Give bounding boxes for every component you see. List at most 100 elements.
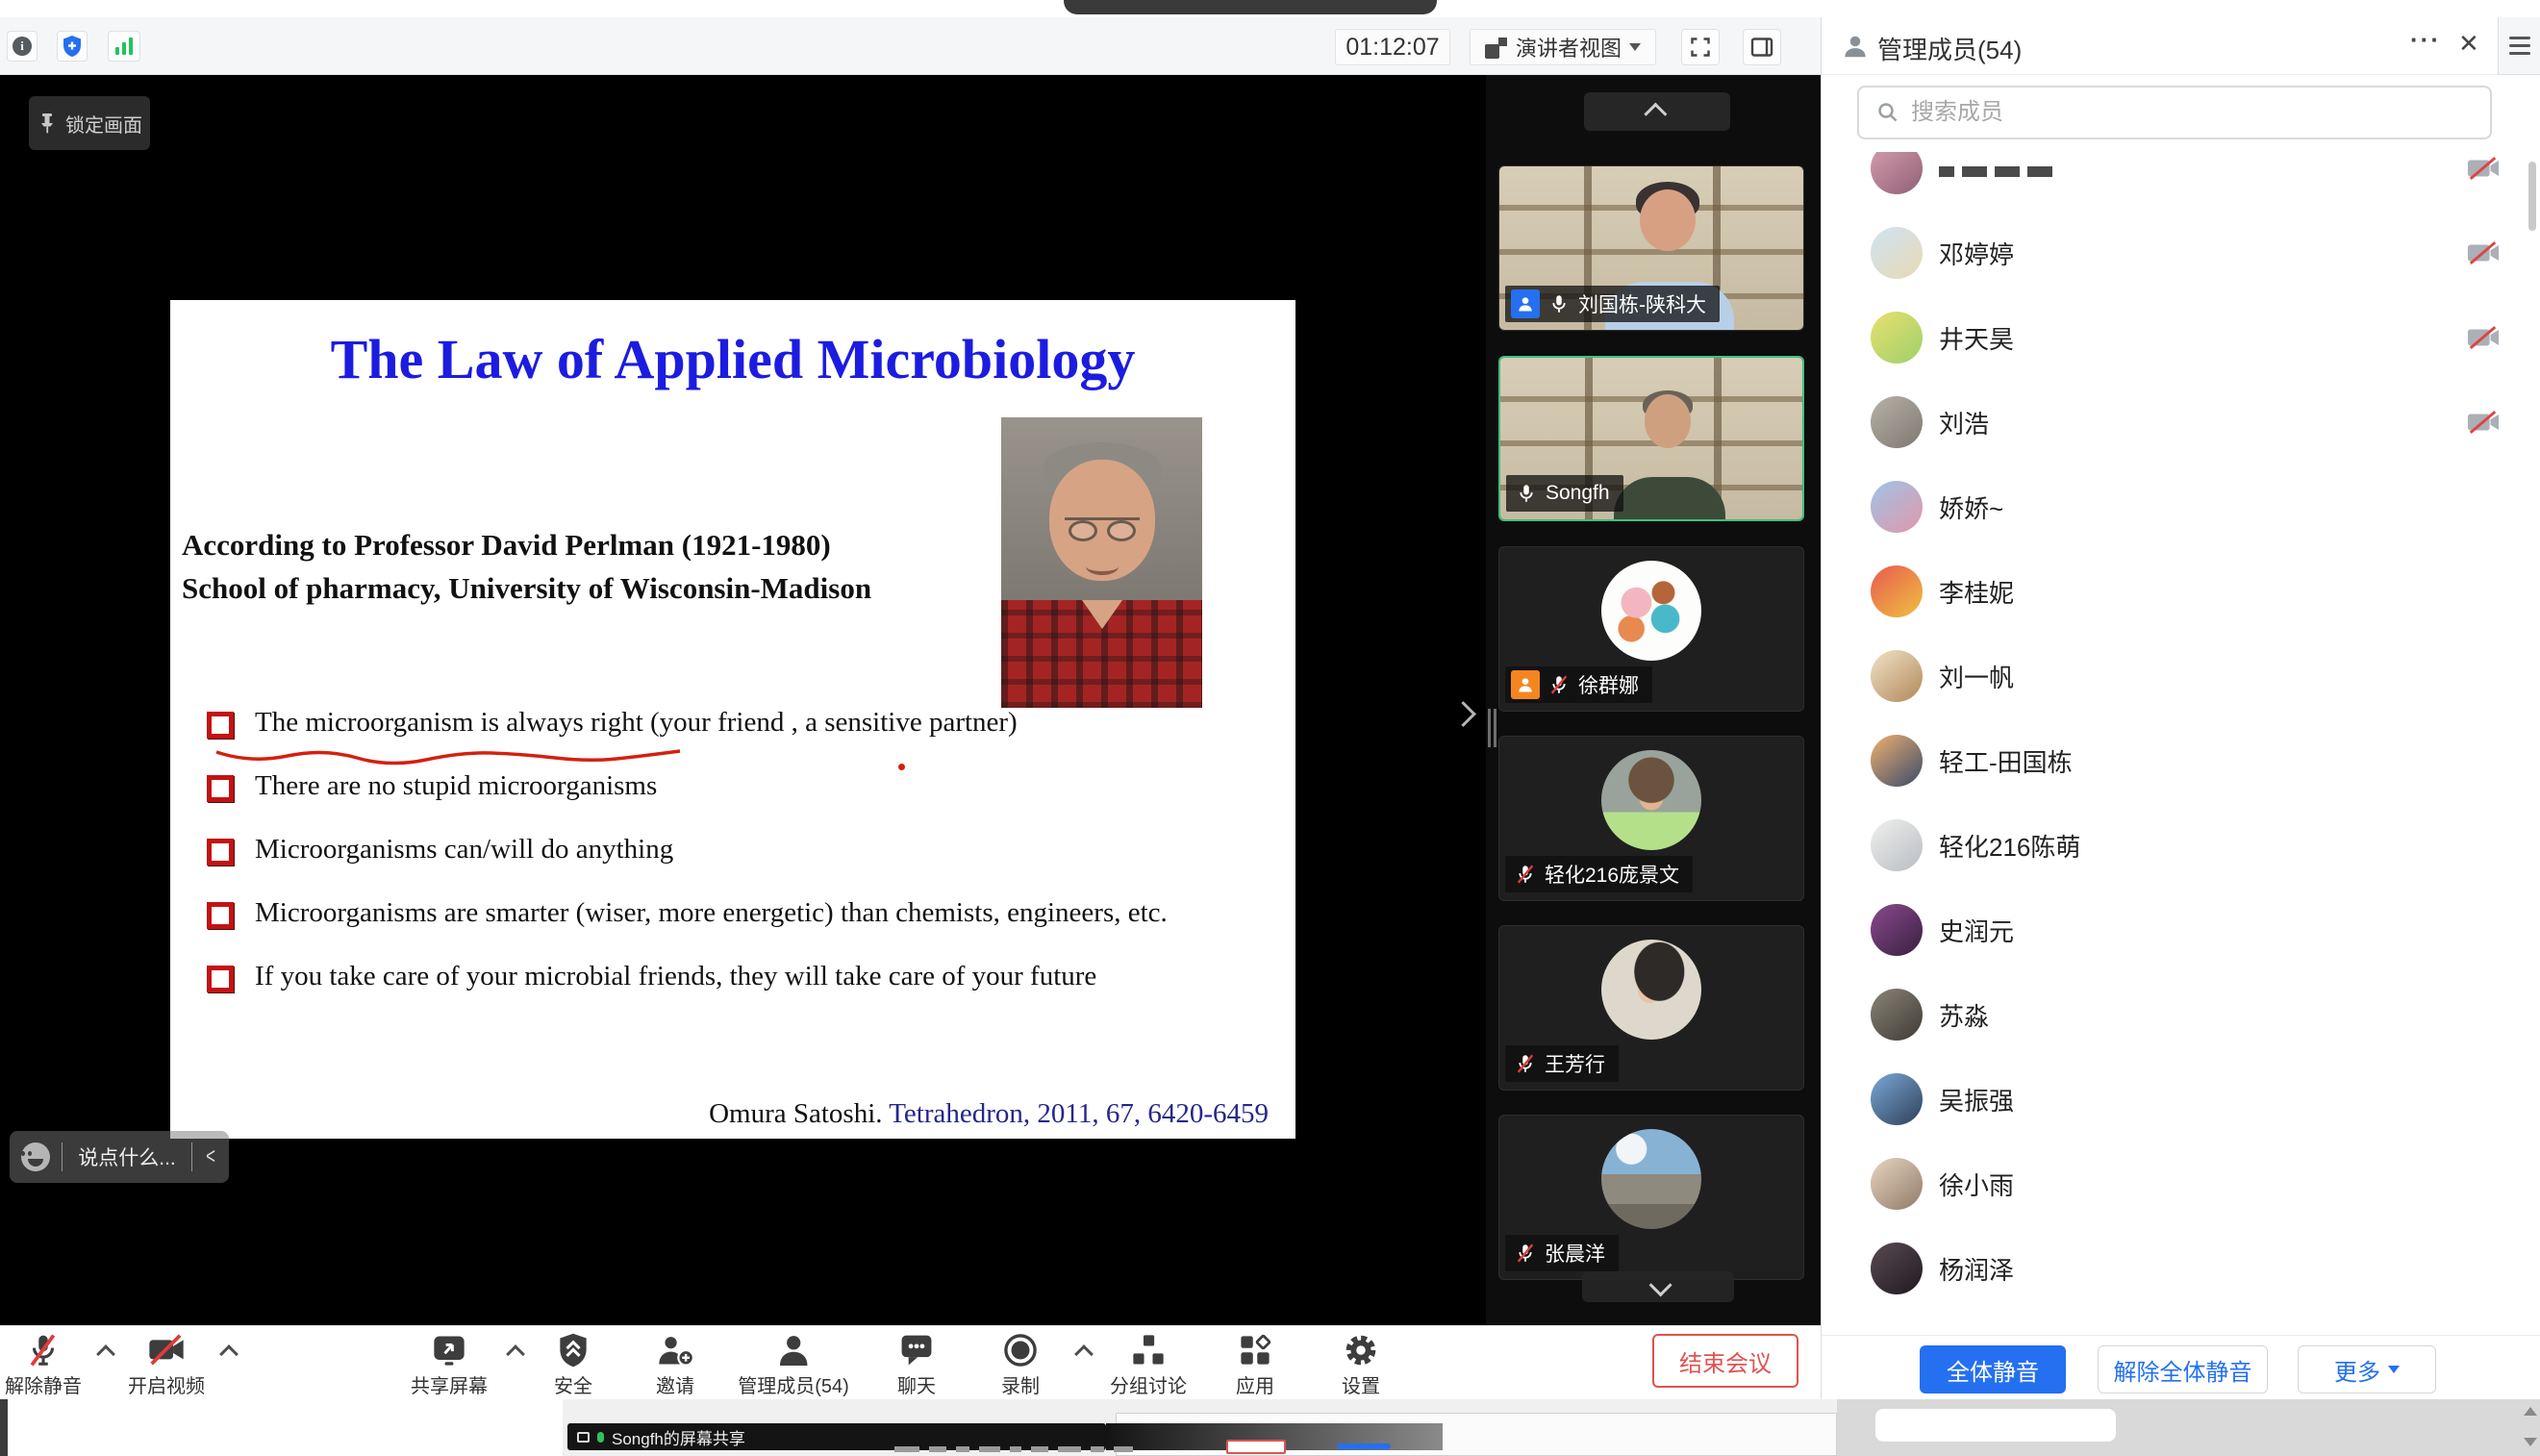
video-tile[interactable]: 轻化216庞景文	[1498, 736, 1804, 901]
mini-end-button-preview	[1226, 1440, 1286, 1454]
toolbar-invite-button[interactable]: 邀请	[656, 1332, 694, 1398]
quick-chat-bar[interactable]: 说点什么... <	[10, 1131, 229, 1183]
filmstrip-scroll-down-button[interactable]	[1582, 1271, 1734, 1302]
slide-citation: Omura Satoshi. Tetrahedron, 2011, 67, 64…	[709, 1098, 1269, 1130]
slide-bullet: Microorganisms are smarter (wiser, more …	[207, 894, 1279, 958]
member-row[interactable]: 杨润泽	[1822, 1226, 2540, 1311]
member-row[interactable]: 井天昊	[1822, 295, 2540, 380]
video-filmstrip: 刘国栋-陕科大 Songfh	[1486, 75, 1821, 1325]
member-row[interactable]: 娇娇~	[1822, 464, 2540, 549]
network-signal-icon	[113, 37, 135, 56]
view-mode-label: 演讲者视图	[1516, 32, 1622, 63]
member-row[interactable]: 邓婷婷	[1822, 211, 2540, 295]
participant-avatar	[1601, 561, 1701, 661]
collapse-chat-icon[interactable]: <	[206, 1143, 215, 1170]
fullscreen-icon	[1689, 36, 1712, 59]
video-tile[interactable]: 王芳行	[1498, 925, 1804, 1091]
member-row[interactable]: 刘一帆	[1822, 634, 2540, 718]
member-row[interactable]: 轻化216陈萌	[1822, 803, 2540, 888]
member-row[interactable]: 苏淼	[1822, 972, 2540, 1057]
more-options-icon[interactable]: ···	[2410, 25, 2441, 55]
mute-all-button[interactable]: 全体静音	[1920, 1345, 2066, 1393]
toolbar-share-screen-button[interactable]: 共享屏幕	[411, 1332, 488, 1398]
video-options-chevron[interactable]	[219, 1344, 239, 1364]
toolbar-breakout-button[interactable]: 分组讨论	[1110, 1332, 1187, 1398]
participant-name: 刘国栋-陕科大	[1578, 289, 1706, 318]
toolbar-unmute-button[interactable]: 解除静音	[5, 1332, 82, 1398]
video-off-icon	[2467, 325, 2500, 350]
member-row[interactable]: 轻工-田国栋	[1822, 718, 2540, 803]
share-options-chevron[interactable]	[506, 1344, 525, 1364]
bullet-text: Microorganisms are smarter (wiser, more …	[255, 894, 1168, 931]
member-name	[1939, 154, 2052, 184]
lock-view-button[interactable]: 锁定画面	[29, 96, 150, 150]
window-menu-button[interactable]	[2498, 17, 2540, 75]
member-search-box[interactable]	[1857, 86, 2492, 139]
video-tile[interactable]: Songfh	[1498, 356, 1804, 521]
toolbar-label: 开启视频	[128, 1370, 205, 1398]
member-row[interactable]: 吴振强	[1822, 1057, 2540, 1142]
meeting-toolbar: 解除静音 开启视频 共享屏幕	[0, 1325, 1821, 1399]
more-button[interactable]: 更多	[2298, 1345, 2436, 1393]
toolbar-security-button[interactable]: 安全	[554, 1332, 592, 1398]
info-icon: i	[13, 37, 32, 56]
screen-share-label: Songfh的屏幕共享	[612, 1425, 745, 1449]
emoji-icon[interactable]	[21, 1142, 50, 1171]
search-input[interactable]	[1909, 98, 2432, 127]
member-avatar	[1871, 227, 1923, 279]
slide-bullet: The microorganism is always right (your …	[207, 704, 1279, 767]
member-row[interactable]: 徐小雨	[1822, 1142, 2540, 1226]
participant-name: 轻化216庞景文	[1545, 860, 1679, 889]
shared-screen-stage: 锁定画面 The Law of Applied Microbiology Acc…	[0, 75, 1486, 1325]
toolbar-settings-button[interactable]: 设置	[1342, 1332, 1380, 1398]
member-name: 吴振强	[1939, 1082, 2014, 1117]
filmstrip-resize-handle[interactable]	[1488, 709, 1496, 747]
toolbar-apps-button[interactable]: 应用	[1236, 1332, 1274, 1398]
record-options-chevron[interactable]	[1074, 1344, 1094, 1364]
toolbar-manage-members-button[interactable]: 管理成员(54)	[738, 1332, 849, 1398]
bullet-square-icon	[207, 712, 234, 739]
meeting-info-button[interactable]: i	[7, 31, 38, 62]
toolbar-start-video-button[interactable]: 开启视频	[128, 1332, 205, 1398]
scrollbar[interactable]	[2528, 162, 2536, 231]
member-row[interactable]: 刘浩	[1822, 380, 2540, 464]
member-name: 苏淼	[1939, 997, 1989, 1033]
presentation-slide: The Law of Applied Microbiology Accordin…	[170, 300, 1295, 1139]
end-meeting-button[interactable]: 结束会议	[1652, 1334, 1798, 1388]
video-tile[interactable]: 徐群娜	[1498, 546, 1804, 712]
toolbar-chat-button[interactable]: 聊天	[897, 1332, 936, 1398]
bullet-text: Microorganisms can/will do anything	[255, 831, 673, 867]
apps-icon	[1238, 1332, 1272, 1368]
side-panel-toggle-button[interactable]	[1743, 29, 1781, 65]
more-button-label: 更多	[2334, 1353, 2380, 1387]
unmute-all-button[interactable]: 解除全体静音	[2098, 1345, 2268, 1393]
meeting-security-button[interactable]	[57, 31, 88, 62]
professor-photo	[1001, 417, 1202, 708]
chat-input-placeholder[interactable]: 说点什么...	[74, 1142, 180, 1171]
mic-options-chevron[interactable]	[96, 1344, 115, 1364]
toolbar-record-button[interactable]: 录制	[1001, 1332, 1040, 1398]
fullscreen-button[interactable]	[1681, 29, 1720, 65]
video-tile[interactable]: 刘国栋-陕科大	[1498, 165, 1804, 331]
member-name: 李桂妮	[1939, 574, 2014, 610]
tile-name-bar: 刘国栋-陕科大	[1505, 286, 1720, 322]
network-quality-button[interactable]	[108, 31, 140, 62]
member-row[interactable]: 史润元	[1822, 888, 2540, 972]
members-panel-header: 管理成员(54) ··· ✕	[1822, 17, 2540, 75]
member-avatar	[1871, 481, 1923, 533]
filmstrip-scroll-up-button[interactable]	[1584, 92, 1730, 131]
toolbar-label: 解除静音	[5, 1370, 82, 1398]
settings-gear-icon	[1343, 1332, 1379, 1368]
tile-name-bar: 王芳行	[1505, 1045, 1619, 1082]
expand-filmstrip-icon[interactable]	[1450, 701, 1476, 727]
share-screen-icon	[431, 1332, 467, 1368]
background-window-left	[8, 1399, 563, 1456]
video-tile[interactable]: 张晨洋	[1498, 1115, 1804, 1280]
view-mode-selector[interactable]: 演讲者视图	[1470, 29, 1656, 65]
attribution-line1: According to Professor David Perlman (19…	[182, 523, 871, 566]
member-row[interactable]: 李桂妮	[1822, 549, 2540, 634]
member-row[interactable]	[1822, 152, 2540, 211]
close-icon[interactable]: ✕	[2458, 29, 2479, 59]
participant-name: 徐群娜	[1578, 670, 1639, 699]
share-control-notch[interactable]	[1064, 0, 1437, 14]
